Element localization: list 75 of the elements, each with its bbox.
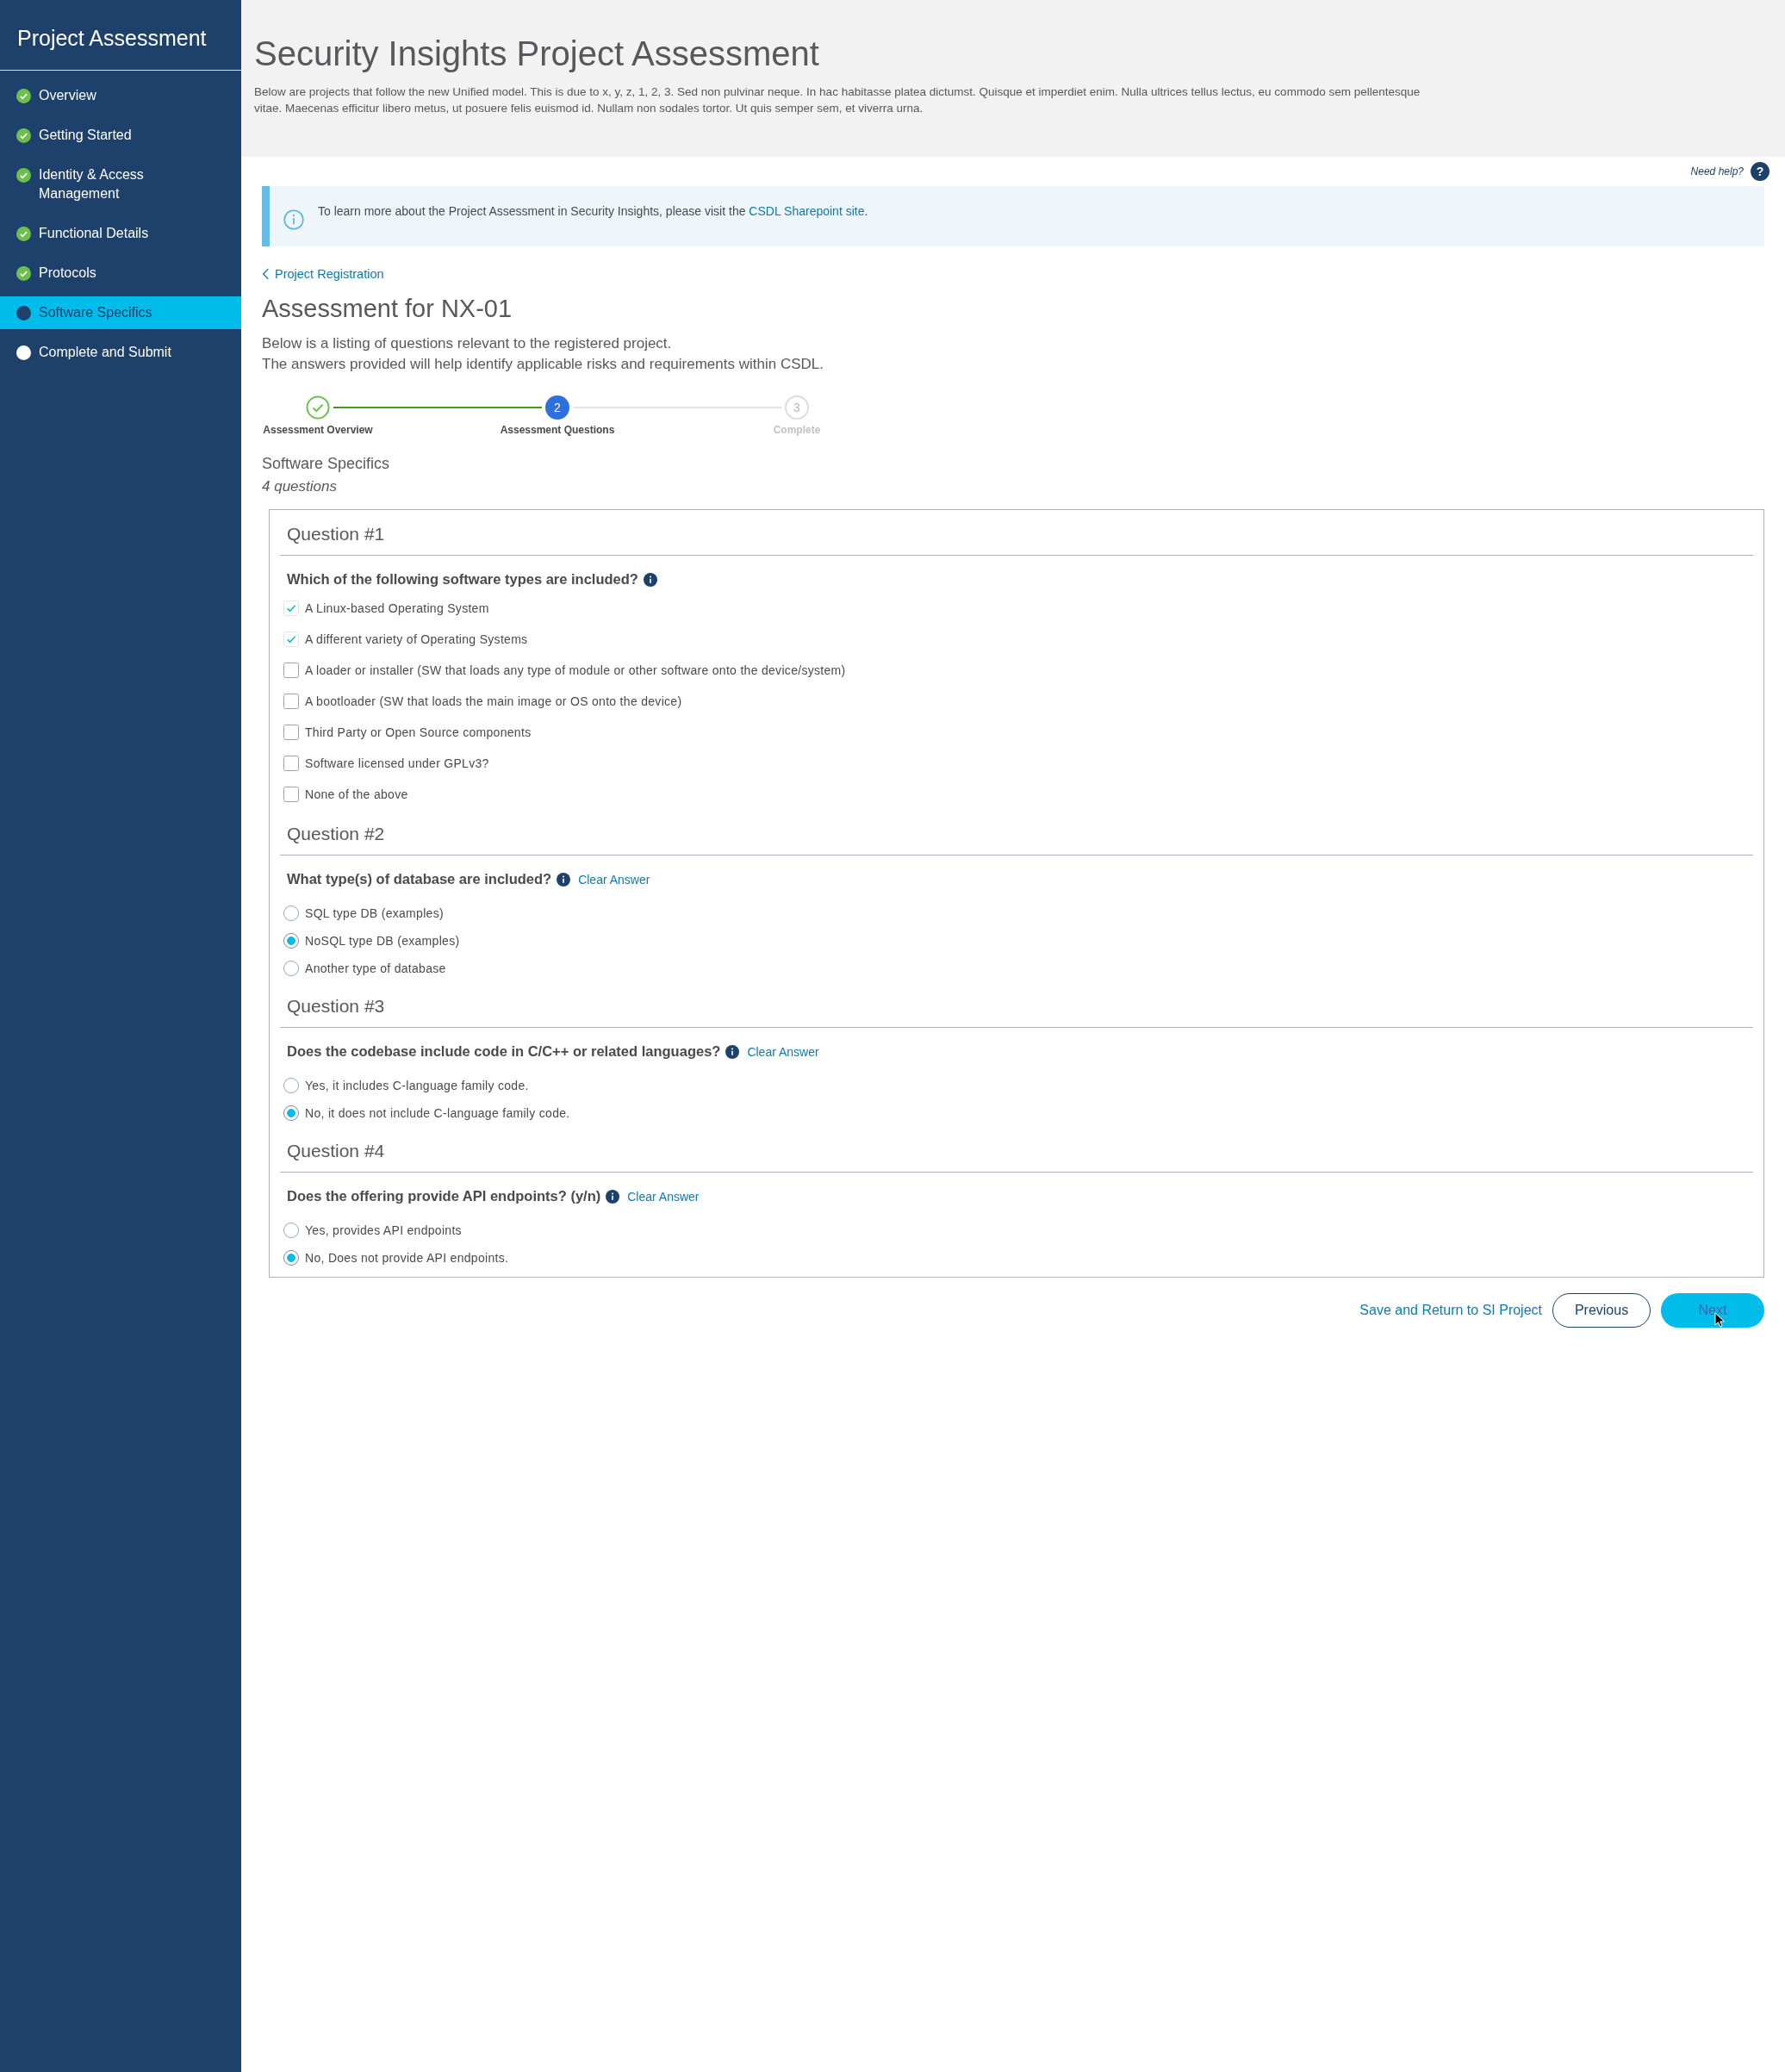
question-count: 4 questions: [262, 478, 338, 495]
option-label: A loader or installer (SW that loads any type of module or other software onto the device/system): [305, 663, 846, 677]
checkbox[interactable]: [283, 694, 299, 709]
radio-button[interactable]: [283, 933, 299, 949]
sidebar-item[interactable]: Software Specifics: [0, 296, 241, 329]
checkbox[interactable]: [283, 756, 299, 771]
check-circle-icon: [16, 266, 31, 281]
page-description: Below are projects that follow the new Unified model. This is due to x, y, z, 1, 2, 3. Sed non pulvinar neque. In hac habitasse platea dictumst. Quisque et imperdiet enim. Nulla ultrices tellus lectus, eu commodo sem pellentesque vitae. Maecenas efficitur libero metus, ut posuere felis euismod id. Nullam non sodales tortor. Ut quis semper sem, et viverra urna.: [254, 84, 1421, 116]
radio-button[interactable]: [283, 1223, 299, 1238]
question-heading: Question #3: [280, 982, 1753, 1028]
assessment-description: Below is a listing of questions relevant to the registered project.: [262, 334, 673, 353]
sidebar-item[interactable]: Getting Started: [0, 119, 241, 152]
option-label: Third Party or Open Source components: [305, 725, 532, 739]
check-circle-icon: [16, 168, 31, 183]
radio-button[interactable]: [283, 961, 299, 976]
radio-button[interactable]: [283, 905, 299, 921]
info-icon[interactable]: [557, 872, 571, 887]
question-text: Which of the following software types are included?: [287, 571, 638, 588]
question-heading: Question #2: [280, 810, 1753, 856]
option-label: No, it does not include C-language family code.: [305, 1106, 570, 1120]
question-heading: Question #1: [280, 510, 1753, 556]
check-circle-icon: [16, 128, 31, 143]
circle-icon: [16, 345, 31, 360]
sidebar-item[interactable]: Functional Details: [0, 217, 241, 250]
circle-icon: [16, 306, 31, 320]
option-label: Yes, it includes C-language family code.: [305, 1079, 529, 1092]
back-link[interactable]: Project Registration: [262, 267, 384, 281]
clear-answer-link[interactable]: Clear Answer: [627, 1189, 700, 1204]
save-return-link[interactable]: Save and Return to SI Project: [1359, 1303, 1542, 1318]
sidebar-item[interactable]: Protocols: [0, 257, 241, 289]
question-heading: Question #4: [280, 1127, 1753, 1173]
info-icon: [283, 209, 304, 230]
clear-answer-link[interactable]: Clear Answer: [747, 1044, 819, 1059]
banner-text: To learn more about the Project Assessment in Security Insights, please visit the CSDL Sharepoint site.: [318, 204, 868, 218]
check-circle-icon: [16, 89, 31, 103]
step-label: Assessment Questions: [500, 424, 615, 436]
sidebar-item[interactable]: Identity & Access Management: [0, 159, 241, 210]
question-text: Does the offering provide API endpoints? (y/n): [287, 1188, 601, 1204]
assessment-description: The answers provided will help identify applicable risks and requirements within CSDL.: [262, 355, 824, 374]
section-title: Software Specifics: [262, 455, 391, 473]
option-label: None of the above: [305, 787, 408, 801]
question-text: Does the codebase include code in C/C++ or related languages?: [287, 1043, 721, 1060]
check-circle-icon: [16, 227, 31, 241]
step-number: 2: [545, 395, 569, 420]
page-title: Security Insights Project Assessment: [254, 34, 820, 73]
radio-button[interactable]: [283, 1078, 299, 1093]
option-label: Another type of database: [305, 961, 446, 975]
sidebar-item[interactable]: Complete and Submit: [0, 336, 241, 369]
info-icon[interactable]: [725, 1044, 740, 1059]
option-label: Yes, provides API endpoints: [305, 1223, 462, 1237]
help-link[interactable]: Need help?: [1690, 165, 1744, 177]
previous-button[interactable]: Previous: [1552, 1293, 1651, 1328]
sidebar-item[interactable]: Overview: [0, 79, 241, 112]
radio-button[interactable]: [283, 1250, 299, 1266]
option-label: Software licensed under GPLv3?: [305, 756, 489, 770]
option-label: A different variety of Operating Systems: [305, 632, 528, 646]
checkbox[interactable]: [283, 663, 299, 678]
option-label: NoSQL type DB (examples): [305, 934, 460, 948]
assessment-title: Assessment for NX-01: [262, 295, 513, 323]
radio-button[interactable]: [283, 1105, 299, 1121]
option-label: A Linux-based Operating System: [305, 601, 489, 615]
chevron-left-icon: [262, 267, 270, 281]
option-label: A bootloader (SW that loads the main image or OS onto the device): [305, 694, 682, 708]
option-label: No, Does not provide API endpoints.: [305, 1251, 509, 1265]
info-icon[interactable]: [606, 1189, 620, 1204]
step-label: Complete: [773, 424, 821, 436]
step-label: Assessment Overview: [263, 424, 373, 436]
question-text: What type(s) of database are included?: [287, 871, 552, 887]
option-label: SQL type DB (examples): [305, 906, 444, 920]
info-icon[interactable]: [643, 572, 657, 587]
help-icon[interactable]: ?: [1751, 162, 1769, 181]
step-number: 3: [785, 395, 809, 420]
checkbox[interactable]: [283, 725, 299, 740]
clear-answer-link[interactable]: Clear Answer: [578, 872, 650, 887]
checkbox[interactable]: [283, 787, 299, 802]
